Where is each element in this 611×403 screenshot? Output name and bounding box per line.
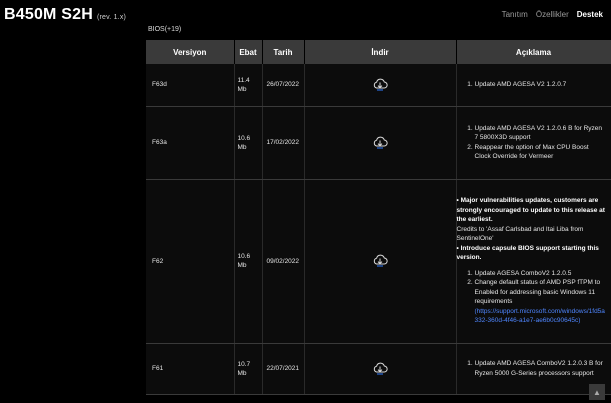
note-text: Change default status of AMD PSP fTPM to… — [474, 279, 601, 306]
version-cell: F61 — [146, 343, 235, 395]
size-cell: 10.6 Mb — [234, 179, 263, 344]
table-row: F61 10.7 Mb 22/07/2021 Update AMD AGESA … — [146, 343, 611, 395]
cloud-download-icon[interactable] — [372, 76, 388, 92]
download-cell — [304, 106, 457, 180]
size-cell: 10.6 Mb — [234, 106, 263, 180]
arrow-up-icon: ▲ — [593, 387, 601, 397]
product-revision: (rev. 1.x) — [96, 14, 127, 21]
bios-table: Versiyon Ebat Tarih İndir Açıklama F63d … — [146, 40, 611, 395]
download-cell — [304, 179, 457, 344]
cloud-download-icon[interactable] — [372, 252, 388, 268]
table-row: F63a 10.6 Mb 17/02/2022 Update AMD AGESA… — [146, 106, 611, 180]
credits-text: Credits to 'Assaf Carlsbad and Itai Liba… — [456, 225, 584, 243]
date-cell: 26/07/2022 — [262, 64, 305, 107]
description-cell: Update AMD AGESA V2 1.2.0.7 — [456, 64, 611, 107]
version-cell: F63d — [146, 64, 235, 107]
nav-tanitim[interactable]: Tanıtım — [502, 10, 528, 19]
capsule-notice: • Introduce capsule BIOS support startin… — [456, 244, 599, 262]
note-item: Update AGESA ComboV2 1.2.0.5 — [475, 269, 607, 279]
cloud-download-icon[interactable] — [372, 360, 388, 376]
vulnerability-notice: • Major vulnerabilities updates, custome… — [456, 197, 605, 224]
nav-ozellikler[interactable]: Özellikler — [536, 10, 569, 19]
description-cell: Update AMD AGESA ComboV2 1.2.0.3 B for R… — [456, 343, 611, 395]
cloud-download-icon[interactable] — [372, 134, 388, 150]
product-title: B450M S2H (rev. 1.x) — [4, 6, 126, 24]
description-cell: • Major vulnerabilities updates, custome… — [456, 179, 611, 344]
header-description: Açıklama — [456, 40, 611, 64]
note-item: Update AMD AGESA V2 1.2.0.6 B for Ryzen … — [475, 124, 607, 143]
header-date: Tarih — [262, 40, 305, 64]
download-cell — [304, 64, 457, 107]
note-item: Change default status of AMD PSP fTPM to… — [475, 278, 607, 326]
header-version: Versiyon — [146, 40, 235, 64]
note-item: Update AMD AGESA V2 1.2.0.7 — [475, 80, 607, 90]
microsoft-support-link[interactable]: (https://support.microsoft.com/windows/1… — [475, 307, 607, 326]
top-nav: Tanıtım Özellikler Destek — [502, 10, 603, 19]
table-header-row: Versiyon Ebat Tarih İndir Açıklama — [146, 40, 611, 64]
version-cell: F63a — [146, 106, 235, 180]
scroll-to-top-button[interactable]: ▲ — [589, 384, 605, 400]
bios-count: BIOS(+19) — [148, 26, 182, 33]
date-cell: 09/02/2022 — [262, 179, 305, 344]
header-download: İndir — [304, 40, 457, 64]
download-cell — [304, 343, 457, 395]
size-cell: 11.4 Mb — [234, 64, 263, 107]
description-cell: Update AMD AGESA V2 1.2.0.6 B for Ryzen … — [456, 106, 611, 180]
date-cell: 22/07/2021 — [262, 343, 305, 395]
product-name: B450M S2H — [4, 6, 93, 23]
nav-destek[interactable]: Destek — [577, 10, 603, 19]
version-cell: F62 — [146, 179, 235, 344]
header-size: Ebat — [234, 40, 263, 64]
size-cell: 10.7 Mb — [234, 343, 263, 395]
table-row: F63d 11.4 Mb 26/07/2022 Update AMD AGESA… — [146, 64, 611, 107]
note-item: Update AMD AGESA ComboV2 1.2.0.3 B for R… — [475, 359, 607, 378]
date-cell: 17/02/2022 — [262, 106, 305, 180]
note-item: Reappear the option of Max CPU Boost Clo… — [475, 143, 607, 162]
table-row: F62 10.6 Mb 09/02/2022 • Major vulnerabi… — [146, 179, 611, 344]
